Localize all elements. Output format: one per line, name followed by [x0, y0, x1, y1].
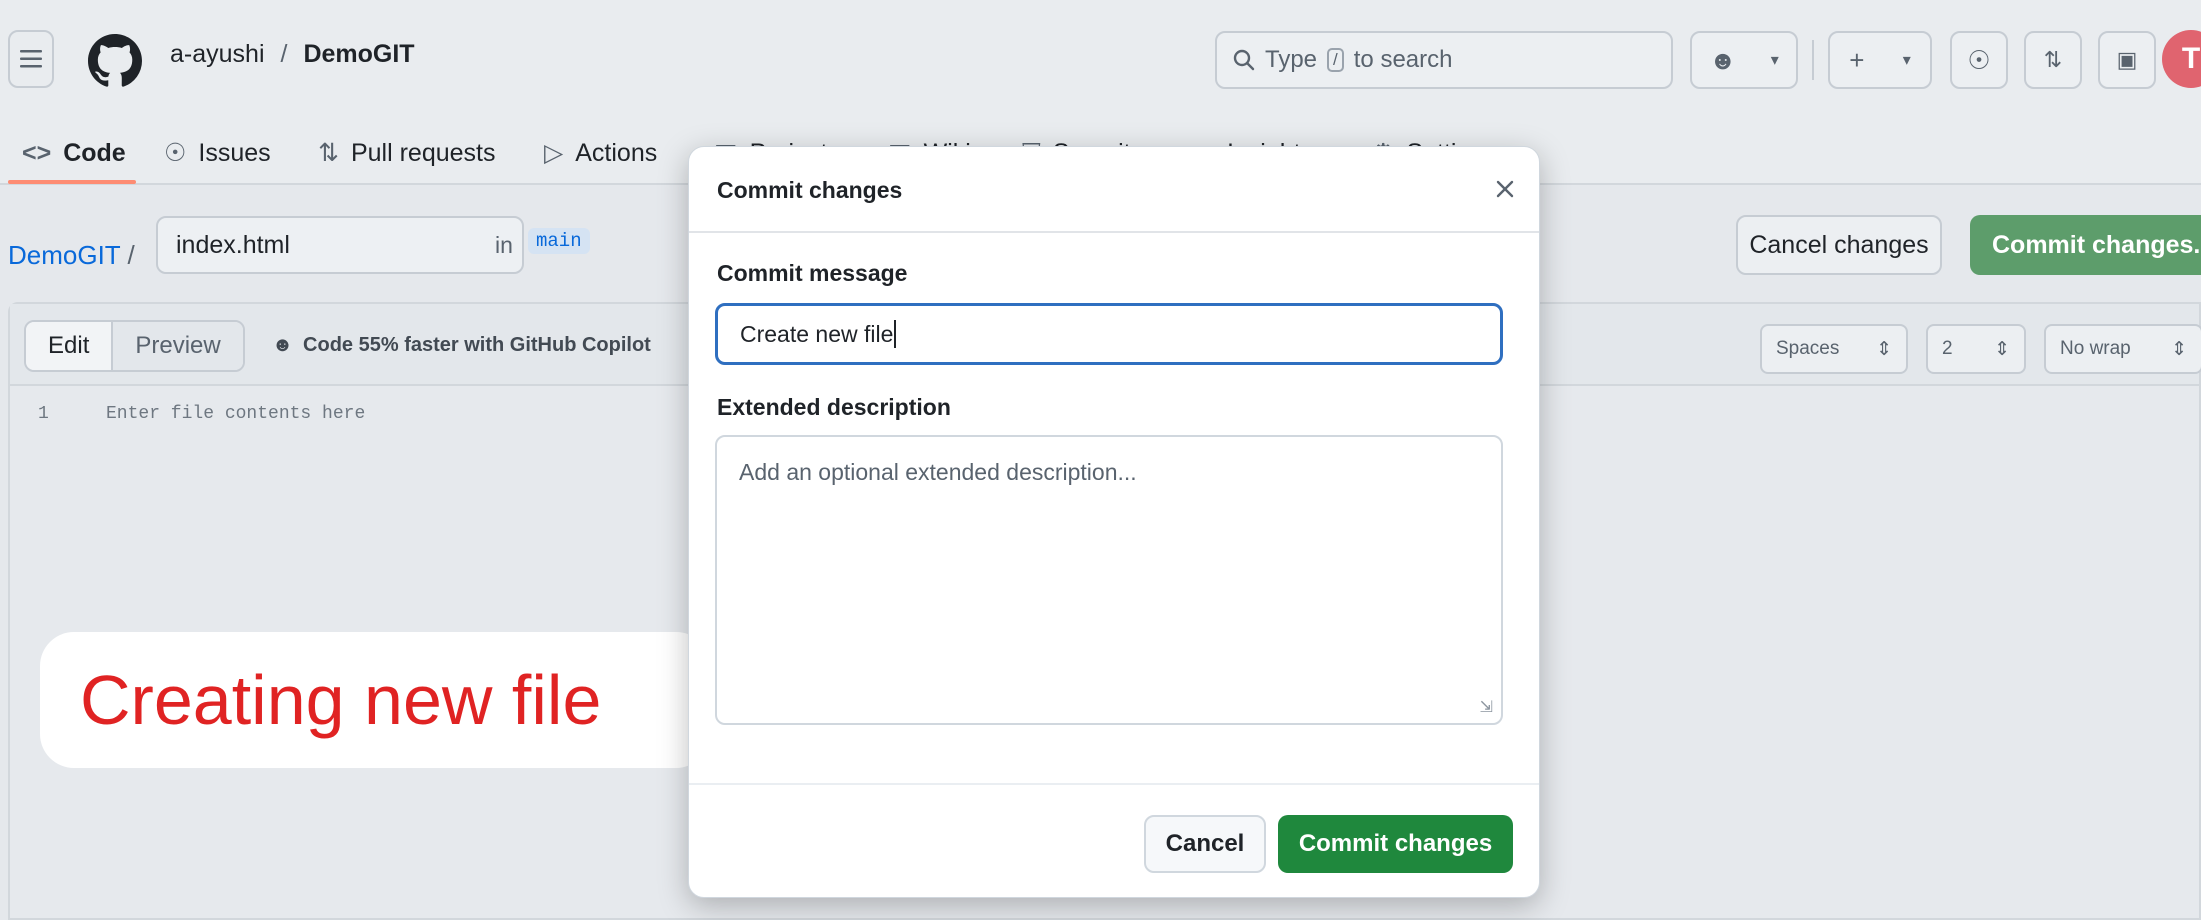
extended-description-textarea[interactable]: Add an optional extended description... … [715, 435, 1503, 725]
owner-link[interactable]: a-ayushi [170, 40, 265, 69]
copilot-promo-text: Code 55% faster with GitHub Copilot [303, 334, 651, 356]
copilot-icon: ☻ [272, 334, 294, 356]
close-button[interactable] [1485, 169, 1525, 209]
indent-size-select[interactable]: 2 ⇕ [1926, 324, 2026, 374]
tab-actions[interactable]: ▷ Actions [544, 130, 657, 176]
commit-message-value: Create new file [740, 320, 894, 347]
editor-mode-toggle: Edit Preview [24, 320, 245, 372]
hamburger-icon [20, 50, 42, 68]
search-suffix: to search [1353, 46, 1453, 73]
tab-code[interactable]: <> Code [22, 130, 126, 176]
line-number: 1 [38, 404, 49, 424]
dialog-title: Commit changes [717, 177, 903, 203]
copilot-button[interactable]: ☻ ▾ [1690, 31, 1798, 89]
tab-label: Issues [198, 138, 271, 167]
tab-issues[interactable]: ☉ Issues [164, 130, 271, 176]
commit-message-input[interactable]: Create new file [715, 303, 1503, 365]
copilot-icon: ☻ [1709, 44, 1737, 75]
cancel-button[interactable]: Cancel [1144, 815, 1266, 873]
tab-edit[interactable]: Edit [26, 322, 112, 370]
tutorial-annotation-label: Creating new file [40, 632, 710, 768]
commit-message-label: Commit message [717, 260, 908, 286]
github-logo-icon[interactable] [88, 34, 142, 88]
resize-handle-icon[interactable]: ⇲ [1480, 697, 1493, 717]
repo-link[interactable]: DemoGIT [303, 40, 414, 69]
issue-icon: ☉ [164, 139, 187, 167]
search-input[interactable]: Type / to search [1215, 31, 1673, 89]
menu-button[interactable] [8, 30, 54, 88]
commit-changes-button[interactable]: Commit changes... [1970, 215, 2201, 275]
tab-label: Code [63, 138, 126, 167]
avatar[interactable]: T [2162, 30, 2201, 88]
chevron-down-icon: ▾ [1770, 52, 1779, 69]
tab-label: Actions [575, 138, 658, 167]
extended-description-placeholder: Add an optional extended description... [739, 459, 1137, 485]
tab-preview[interactable]: Preview [111, 322, 243, 370]
repo-root-label: DemoGIT [8, 240, 121, 270]
commit-button[interactable]: Commit changes [1278, 815, 1513, 873]
indent-size-value: 2 [1942, 338, 1953, 359]
search-shortcut-key: / [1327, 48, 1344, 72]
inbox-button[interactable]: ▣ [2098, 31, 2156, 89]
breadcrumb-separator: / [280, 40, 288, 68]
tab-label: Pull requests [350, 138, 496, 167]
active-tab-underline [8, 180, 136, 184]
copilot-promo-link[interactable]: ☻ Code 55% faster with GitHub Copilot [272, 334, 651, 357]
text-caret [894, 320, 897, 348]
inbox-icon: ▣ [2116, 47, 2138, 72]
select-arrows-icon: ⇕ [1876, 338, 1892, 360]
close-icon [1496, 180, 1514, 198]
select-arrows-icon: ⇕ [2171, 338, 2187, 360]
path-separator: / [127, 240, 135, 270]
cancel-changes-button[interactable]: Cancel changes [1736, 215, 1942, 275]
top-header: a-ayushi / DemoGIT Type / to search ☻ ▾ … [0, 0, 2201, 120]
extended-description-label: Extended description [717, 394, 951, 420]
tab-pull-requests[interactable]: ⇅ Pull requests [318, 130, 495, 176]
repo-root-link[interactable]: DemoGIT / [8, 240, 135, 271]
dialog-footer-divider [689, 783, 1539, 785]
wrap-mode-value: No wrap [2060, 338, 2131, 359]
pull-request-icon: ⇅ [2043, 47, 2063, 72]
dialog-header: Commit changes [689, 147, 1539, 233]
filename-input[interactable]: index.html [156, 216, 524, 274]
issue-icon: ☉ [1967, 44, 1991, 75]
indent-mode-select[interactable]: Spaces ⇕ [1760, 324, 1908, 374]
pull-request-icon: ⇅ [318, 139, 339, 167]
branch-badge: main [528, 228, 590, 254]
editor-placeholder: Enter file contents here [106, 404, 366, 424]
issues-button[interactable]: ☉ [1950, 31, 2008, 89]
code-icon: <> [22, 138, 52, 167]
in-label: in [495, 232, 513, 258]
wrap-mode-select[interactable]: No wrap ⇕ [2044, 324, 2201, 374]
plus-icon: + [1849, 44, 1865, 75]
pull-requests-button[interactable]: ⇅ [2024, 31, 2082, 89]
play-icon: ▷ [544, 139, 564, 167]
header-divider [1812, 40, 1814, 80]
chevron-down-icon: ▾ [1902, 52, 1911, 69]
select-arrows-icon: ⇕ [1994, 338, 2010, 360]
search-prefix: Type [1265, 46, 1318, 73]
search-icon [1233, 49, 1255, 71]
create-new-button[interactable]: + ▾ [1828, 31, 1932, 89]
commit-changes-dialog: Commit changes Commit message Create new… [688, 146, 1540, 898]
repo-breadcrumb: a-ayushi / DemoGIT [170, 40, 415, 69]
indent-mode-value: Spaces [1776, 338, 1840, 359]
